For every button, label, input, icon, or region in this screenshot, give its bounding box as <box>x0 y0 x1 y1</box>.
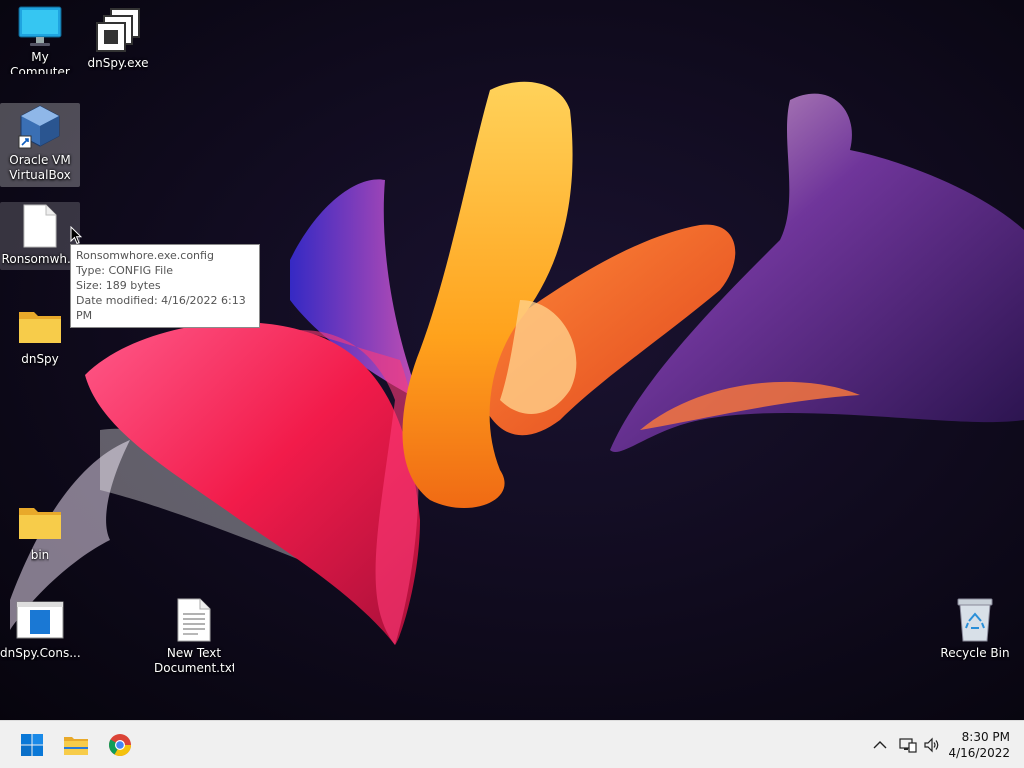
chrome-icon <box>109 734 131 756</box>
taskbar: 8:30 PM 4/16/2022 <box>0 720 1024 768</box>
desktop-icon-my-computer[interactable]: My Computer <box>0 6 80 74</box>
desktop-icon-dnspy-folder[interactable]: dnSpy <box>0 302 80 370</box>
windows-logo-icon <box>21 734 43 756</box>
monitor-icon <box>16 6 64 48</box>
folder-icon <box>16 498 64 546</box>
file-explorer-button[interactable] <box>58 727 94 763</box>
icon-label: dnSpy.exe <box>87 56 149 70</box>
desktop-icon-recycle-bin[interactable]: Recycle Bin <box>935 596 1015 664</box>
chrome-button[interactable] <box>102 727 138 763</box>
icon-label: dnSpy <box>21 352 59 366</box>
volume-button[interactable] <box>920 733 944 757</box>
network-button[interactable] <box>896 733 920 757</box>
file-icon <box>16 202 64 250</box>
file-tooltip: Ronsomwhore.exe.config Type: CONFIG File… <box>70 244 260 328</box>
icon-label: bin <box>30 548 50 562</box>
desktop-icon-dnspy-exe[interactable]: dnSpy.exe <box>78 6 158 74</box>
tooltip-type: Type: CONFIG File <box>76 264 174 277</box>
tooltip-filename: Ronsomwhore.exe.config <box>76 249 214 262</box>
tooltip-date-modified: Date modified: 4/16/2022 6:13 PM <box>76 294 246 322</box>
clock-time: 8:30 PM <box>961 730 1010 744</box>
network-icon <box>899 738 917 753</box>
icon-label: New Text Document.txt <box>154 646 234 675</box>
volume-icon <box>924 737 939 753</box>
icon-label: dnSpy.Cons... <box>0 646 80 660</box>
desktop-icon-bin-folder[interactable]: bin <box>0 498 80 566</box>
icon-label: Recycle Bin <box>940 646 1010 660</box>
virtualbox-icon <box>16 103 64 151</box>
icon-label: My Computer <box>10 50 70 74</box>
desktop-icon-dnspy-console[interactable]: dnSpy.Cons... <box>0 596 80 664</box>
desktop-icon-new-text-document[interactable]: New Text Document.txt <box>154 596 234 680</box>
desktop-icon-ronsomwhore-config[interactable]: Ronsomwh... <box>0 202 80 270</box>
folder-icon <box>16 302 64 350</box>
console-app-icon <box>16 596 64 644</box>
clock-date: 4/16/2022 <box>948 746 1010 760</box>
folder-icon <box>64 737 88 755</box>
app-window-icon <box>94 6 142 54</box>
recycle-bin-icon <box>951 596 999 644</box>
start-button[interactable] <box>14 727 50 763</box>
chevron-up-icon <box>873 741 887 749</box>
mouse-cursor-icon <box>70 226 82 245</box>
system-clock[interactable]: 8:30 PM 4/16/2022 <box>948 729 1010 761</box>
text-file-icon <box>170 596 218 644</box>
desktop-icon-virtualbox[interactable]: Oracle VM VirtualBox <box>0 103 80 187</box>
show-hidden-icons-button[interactable] <box>868 733 892 757</box>
icon-label: Ronsomwh... <box>1 252 79 266</box>
tooltip-size: Size: 189 bytes <box>76 279 161 292</box>
icon-label: Oracle VM VirtualBox <box>9 153 71 182</box>
